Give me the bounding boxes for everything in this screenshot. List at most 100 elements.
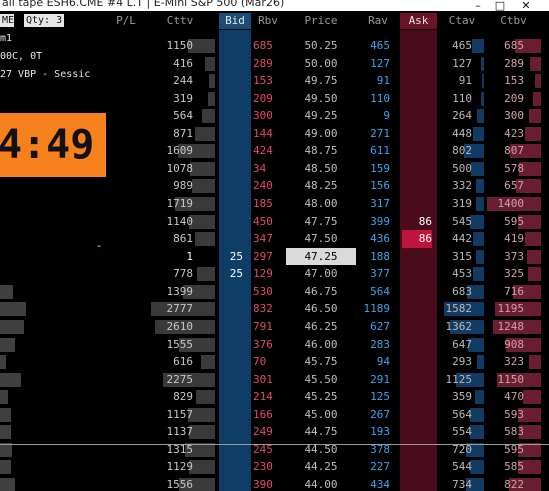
bid-cell[interactable]	[219, 230, 243, 248]
bid-cell[interactable]	[219, 90, 243, 108]
bid-cell[interactable]	[219, 353, 243, 371]
ladder-row[interactable]: 829 214 45.25 125 359 470	[0, 388, 549, 406]
price-cell[interactable]: 49.75	[286, 72, 356, 90]
price-cell[interactable]: 47.25	[286, 247, 356, 266]
price-cell[interactable]: 50.00	[286, 55, 356, 73]
bid-cell[interactable]	[219, 458, 243, 476]
ladder-row[interactable]: 416 289 50.00 127 127 289	[0, 55, 549, 73]
ask-cell[interactable]	[402, 248, 432, 266]
price-cell[interactable]: 44.75	[286, 423, 356, 441]
bid-cell[interactable]	[219, 300, 243, 318]
ask-cell[interactable]	[402, 300, 432, 318]
price-cell[interactable]: 49.00	[286, 125, 356, 143]
ask-cell[interactable]	[402, 125, 432, 143]
price-cell[interactable]: 45.00	[286, 406, 356, 424]
price-cell[interactable]: 50.25	[286, 37, 356, 55]
ask-cell[interactable]	[402, 142, 432, 160]
ask-cell[interactable]	[402, 371, 432, 389]
price-cell[interactable]: 48.00	[286, 195, 356, 213]
ladder-row[interactable]: 2275 301 45.50 291 1125 1150	[0, 371, 549, 389]
ladder-row[interactable]: 1150 685 50.25 465 465 685	[0, 37, 549, 55]
bid-cell[interactable]	[219, 72, 243, 90]
ask-cell[interactable]	[402, 388, 432, 406]
ladder-row[interactable]: 2777 832 46.50 1189 1582 1195	[0, 300, 549, 318]
bid-cell[interactable]	[219, 177, 243, 195]
ask-cell[interactable]	[402, 107, 432, 125]
price-cell[interactable]: 46.75	[286, 283, 356, 301]
ladder-row[interactable]: 1 25 297 47.25 188 315 373	[0, 247, 549, 266]
ask-cell[interactable]	[402, 160, 432, 178]
header-ctbv[interactable]: Ctbv	[486, 13, 541, 29]
ask-cell[interactable]	[402, 177, 432, 195]
maximize-icon[interactable]: □	[489, 0, 511, 11]
ask-cell[interactable]	[402, 265, 432, 283]
price-cell[interactable]: 46.50	[286, 300, 356, 318]
ladder-row[interactable]: 1157 166 45.00 267 564 593	[0, 406, 549, 424]
close-icon[interactable]: ✕	[515, 0, 537, 11]
ladder-row[interactable]: 2610 791 46.25 627 1362 1248	[0, 318, 549, 336]
ladder-row[interactable]: 1609 424 48.75 611 802 807	[0, 142, 549, 160]
header-ctav[interactable]: Ctav	[440, 13, 484, 29]
bid-cell[interactable]	[219, 371, 243, 389]
ask-cell[interactable]	[402, 72, 432, 90]
price-cell[interactable]: 44.25	[286, 458, 356, 476]
bid-cell[interactable]	[219, 406, 243, 424]
ladder-row[interactable]: 244 153 49.75 91 91 153	[0, 72, 549, 90]
price-cell[interactable]: 46.00	[286, 336, 356, 354]
ladder-row[interactable]: 1719 185 48.00 317 319 1400	[0, 195, 549, 213]
ladder-row[interactable]: 1078 34 48.50 159 500 578	[0, 160, 549, 178]
ask-cell[interactable]: 86	[402, 213, 432, 231]
header-ask[interactable]: Ask	[400, 13, 437, 29]
price-cell[interactable]: 45.25	[286, 388, 356, 406]
ask-cell[interactable]	[402, 195, 432, 213]
price-cell[interactable]: 47.50	[286, 230, 356, 248]
header-rav[interactable]: Rav	[360, 13, 396, 29]
ladder-row[interactable]: 989 240 48.25 156 332 657	[0, 177, 549, 195]
ask-cell[interactable]	[402, 406, 432, 424]
bid-cell[interactable]	[219, 213, 243, 231]
bid-cell[interactable]	[219, 55, 243, 73]
ladder-row[interactable]: 871 144 49.00 271 448 423	[0, 125, 549, 143]
price-cell[interactable]: 49.25	[286, 107, 356, 125]
quantity-field[interactable]: Qty: 3	[24, 14, 65, 27]
ladder-row[interactable]: 616 70 45.75 94 293 323	[0, 353, 549, 371]
header-price[interactable]: Price	[286, 13, 356, 29]
price-cell[interactable]: 48.50	[286, 160, 356, 178]
price-cell[interactable]: 49.50	[286, 90, 356, 108]
price-cell[interactable]: 48.75	[286, 142, 356, 160]
header-bid[interactable]: Bid	[219, 13, 251, 29]
bid-cell[interactable]: 25	[219, 248, 243, 266]
ask-cell[interactable]	[402, 90, 432, 108]
bid-cell[interactable]	[219, 476, 243, 491]
price-cell[interactable]: 44.00	[286, 476, 356, 491]
instrument-selector[interactable]: ME	[0, 14, 14, 27]
price-cell[interactable]: 48.25	[286, 177, 356, 195]
ask-cell[interactable]	[402, 458, 432, 476]
bid-cell[interactable]	[219, 423, 243, 441]
header-cttv[interactable]: Cttv	[145, 13, 215, 29]
header-pl[interactable]: P/L	[106, 13, 146, 29]
ask-cell[interactable]	[402, 55, 432, 73]
bid-cell[interactable]	[219, 160, 243, 178]
bid-cell[interactable]	[219, 388, 243, 406]
ask-cell[interactable]	[402, 37, 432, 55]
ladder-row[interactable]: 1399 530 46.75 564 683 716	[0, 283, 549, 301]
bid-cell[interactable]	[219, 107, 243, 125]
price-cell[interactable]: 46.25	[286, 318, 356, 336]
price-cell[interactable]: 47.00	[286, 265, 356, 283]
ladder-row[interactable]: 1140 450 47.75 399 86 545 595	[0, 213, 549, 231]
ladder-row[interactable]: 319 209 49.50 110 110 209	[0, 90, 549, 108]
ask-cell[interactable]: 86	[402, 230, 432, 248]
ask-cell[interactable]	[402, 318, 432, 336]
bid-cell[interactable]	[219, 125, 243, 143]
bid-cell[interactable]	[219, 195, 243, 213]
ladder-row[interactable]: 1137 249 44.75 193 554 583	[0, 423, 549, 441]
ladder-row[interactable]: 778 25 129 47.00 377 453 325	[0, 265, 549, 283]
bid-cell[interactable]	[219, 318, 243, 336]
ladder-row[interactable]: 1555 376 46.00 283 647 908	[0, 336, 549, 354]
ladder-row[interactable]: 861 347 47.50 436 86 442 419	[0, 230, 549, 248]
header-rbv[interactable]: Rbv	[253, 13, 283, 29]
ask-cell[interactable]	[402, 476, 432, 491]
price-cell[interactable]: 47.75	[286, 213, 356, 231]
ask-cell[interactable]	[402, 336, 432, 354]
